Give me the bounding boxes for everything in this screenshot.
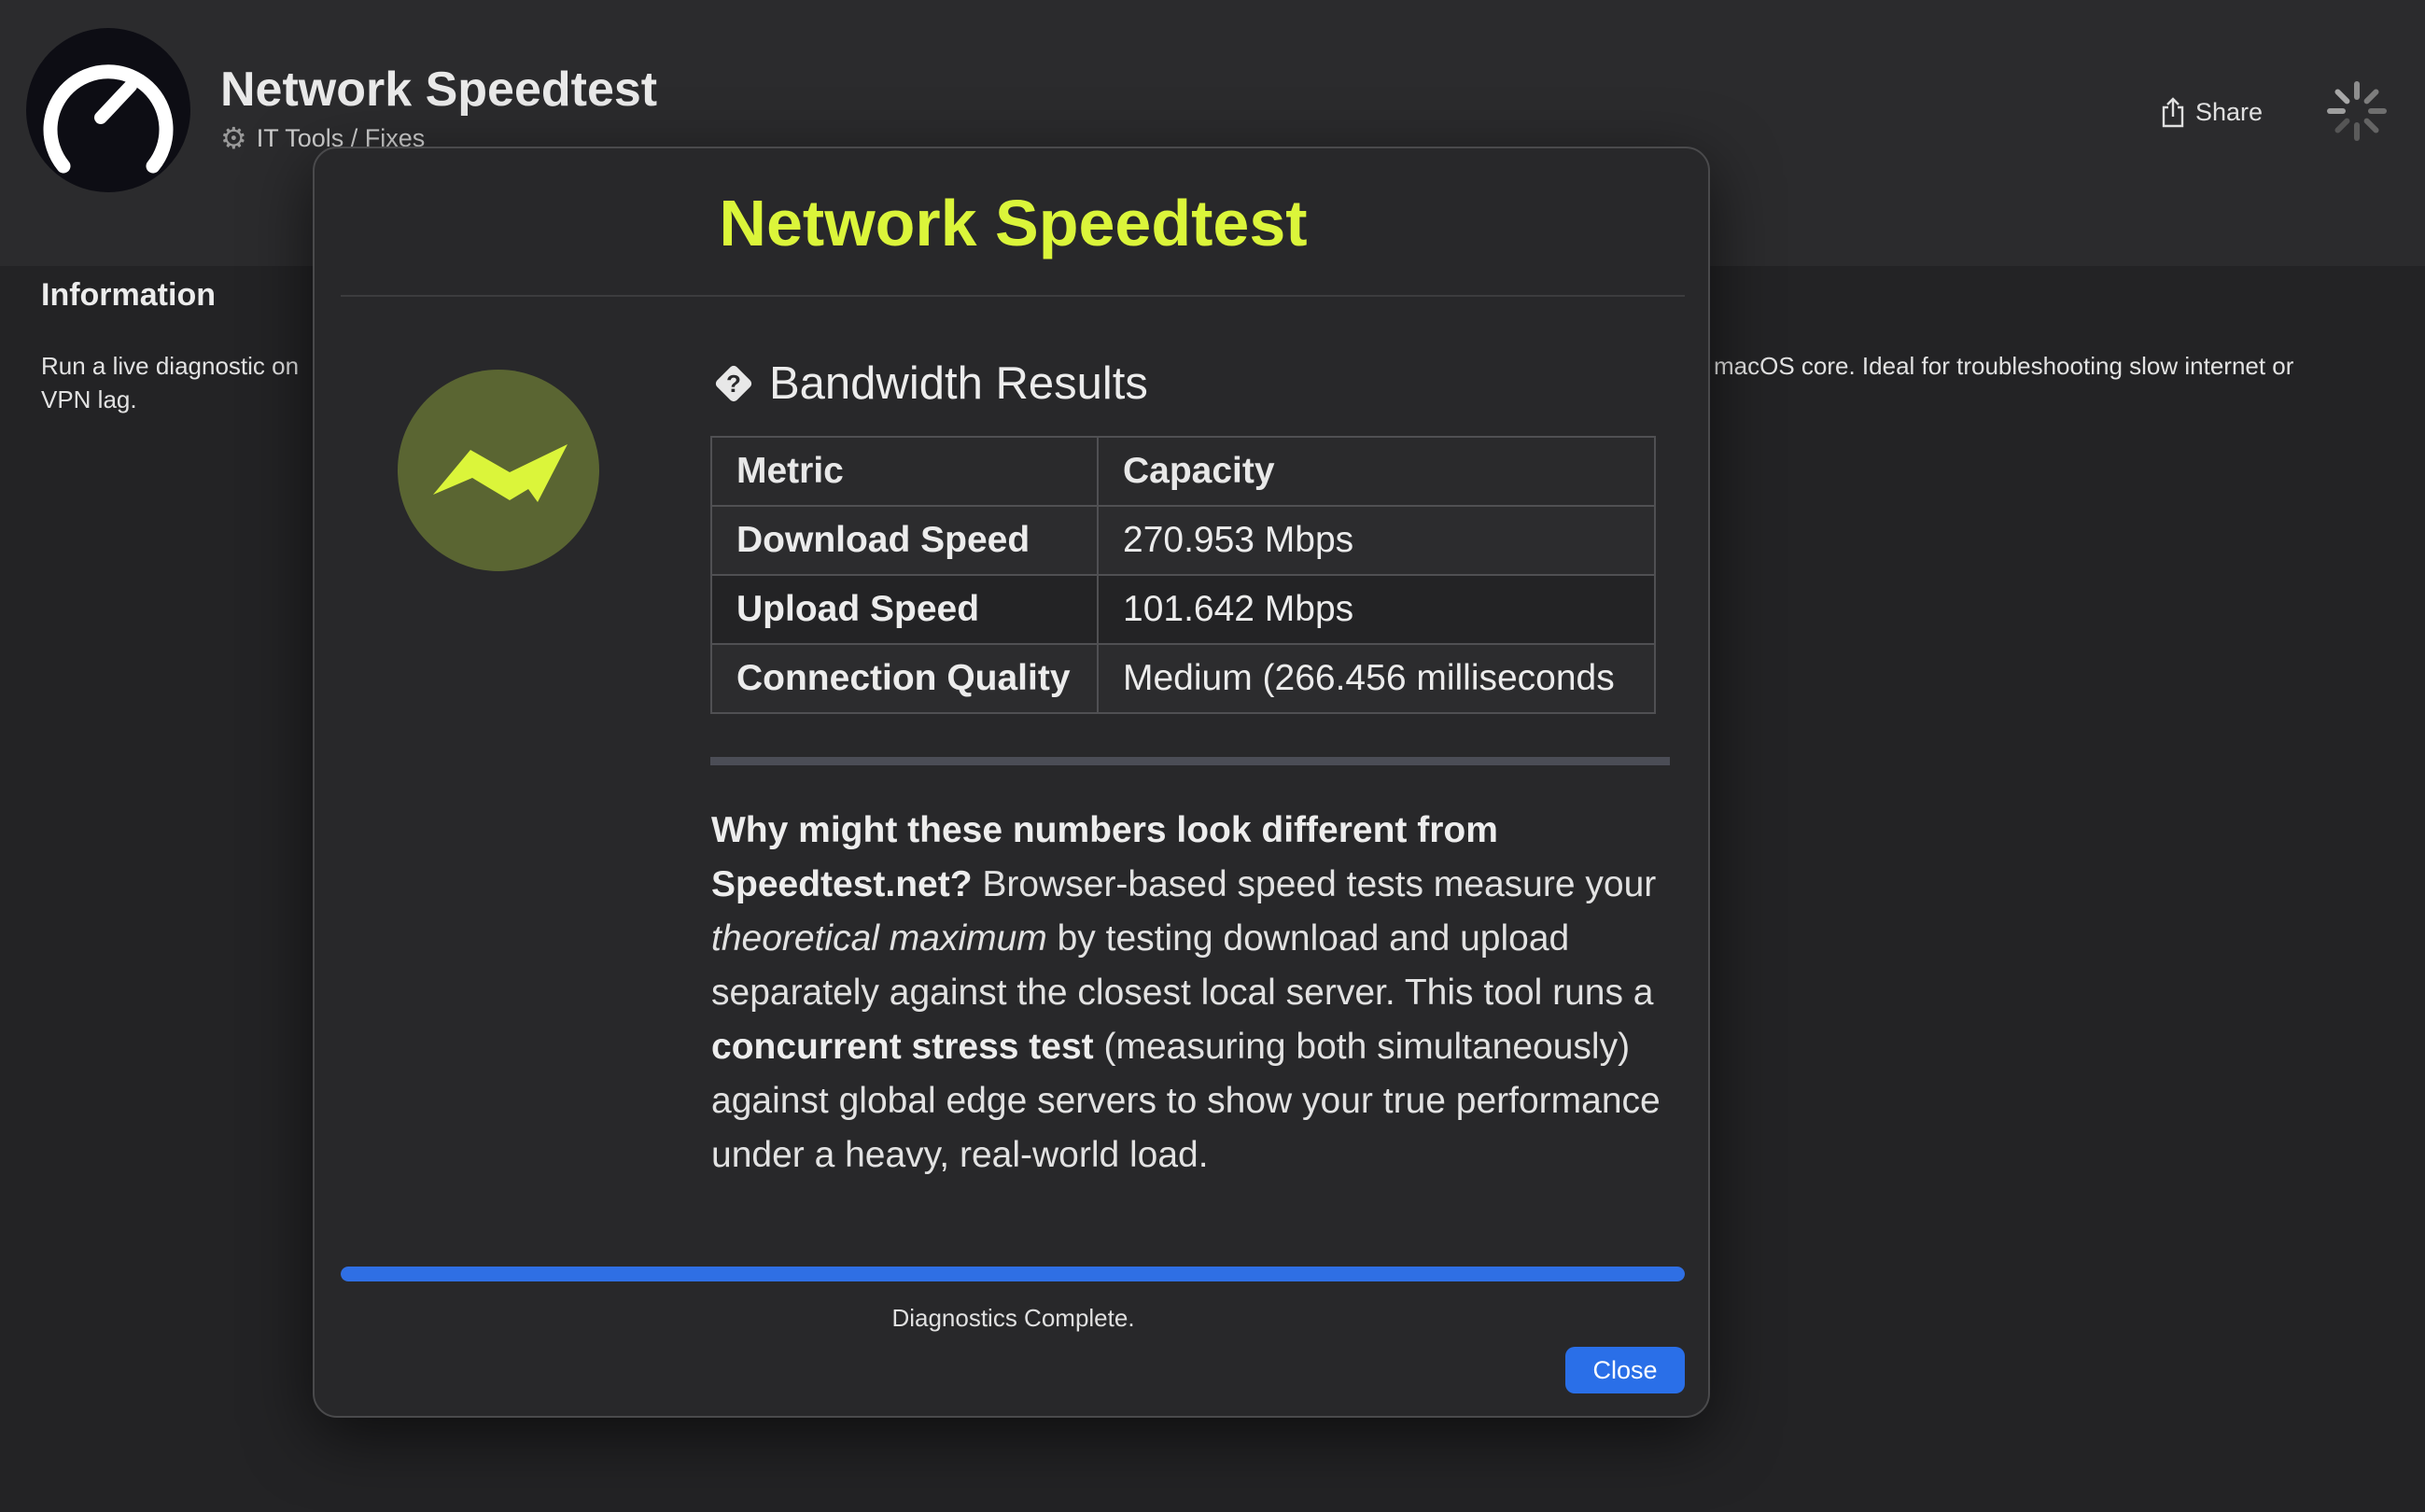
capacity-cell: Medium (266.456 milliseconds [1097,643,1656,714]
results-table: Metric Capacity Download Speed 270.953 M… [710,436,1656,714]
progress-fill [341,1267,1685,1281]
gear-icon: ⚙ [220,121,247,155]
capacity-cell: 101.642 Mbps [1097,574,1656,645]
share-icon [2162,97,2184,128]
info-text-left: Run a live diagnostic on VPN lag. [41,352,300,413]
explanation-part: Browser-based speed tests measure your [972,864,1657,904]
progress-bar [341,1267,1685,1281]
lightning-wave-icon [398,370,599,571]
metric-cell: Upload Speed [710,574,1099,645]
metric-cell: Connection Quality [710,643,1099,714]
explanation-text: Why might these numbers look different f… [711,804,1682,1183]
column-header: Metric [710,436,1099,507]
info-heading: Information [41,277,216,313]
table-row: Download Speed 270.953 Mbps [710,505,1656,576]
table-row: Upload Speed 101.642 Mbps [710,574,1656,645]
table-header-row: Metric Capacity [710,436,1656,507]
section-heading: ? Bandwidth Results [711,351,1148,416]
column-header: Capacity [1097,436,1656,507]
close-button[interactable]: Close [1565,1347,1685,1393]
metric-cell: Download Speed [710,505,1099,576]
capacity-cell: 270.953 Mbps [1097,505,1656,576]
share-label: Share [2195,97,2264,126]
explanation-italic: theoretical maximum [711,918,1047,959]
table-row: Connection Quality Medium (266.456 milli… [710,643,1656,714]
speedometer-icon [26,28,190,192]
dialog-title: Network Speedtest [719,187,1308,259]
speedtest-dialog: Network Speedtest ? Bandwidth Results Me… [313,147,1710,1418]
loading-spinner-icon [2327,81,2387,141]
app-title: Network Speedtest [220,63,658,117]
section-heading-label: Bandwidth Results [769,358,1148,409]
status-text: Diagnostics Complete. [891,1304,1135,1332]
info-text-right: macOS core. Ideal for troubleshooting sl… [1714,352,2294,380]
content-divider [710,757,1670,765]
title-divider [341,295,1685,297]
page: Network Speedtest ⚙ IT Tools / Fixes Sha… [0,0,2425,1512]
share-button[interactable]: Share [2160,93,2263,131]
svg-text:?: ? [726,370,741,398]
question-diamond-icon: ? [715,365,752,402]
explanation-bold: concurrent stress test [711,1027,1094,1067]
